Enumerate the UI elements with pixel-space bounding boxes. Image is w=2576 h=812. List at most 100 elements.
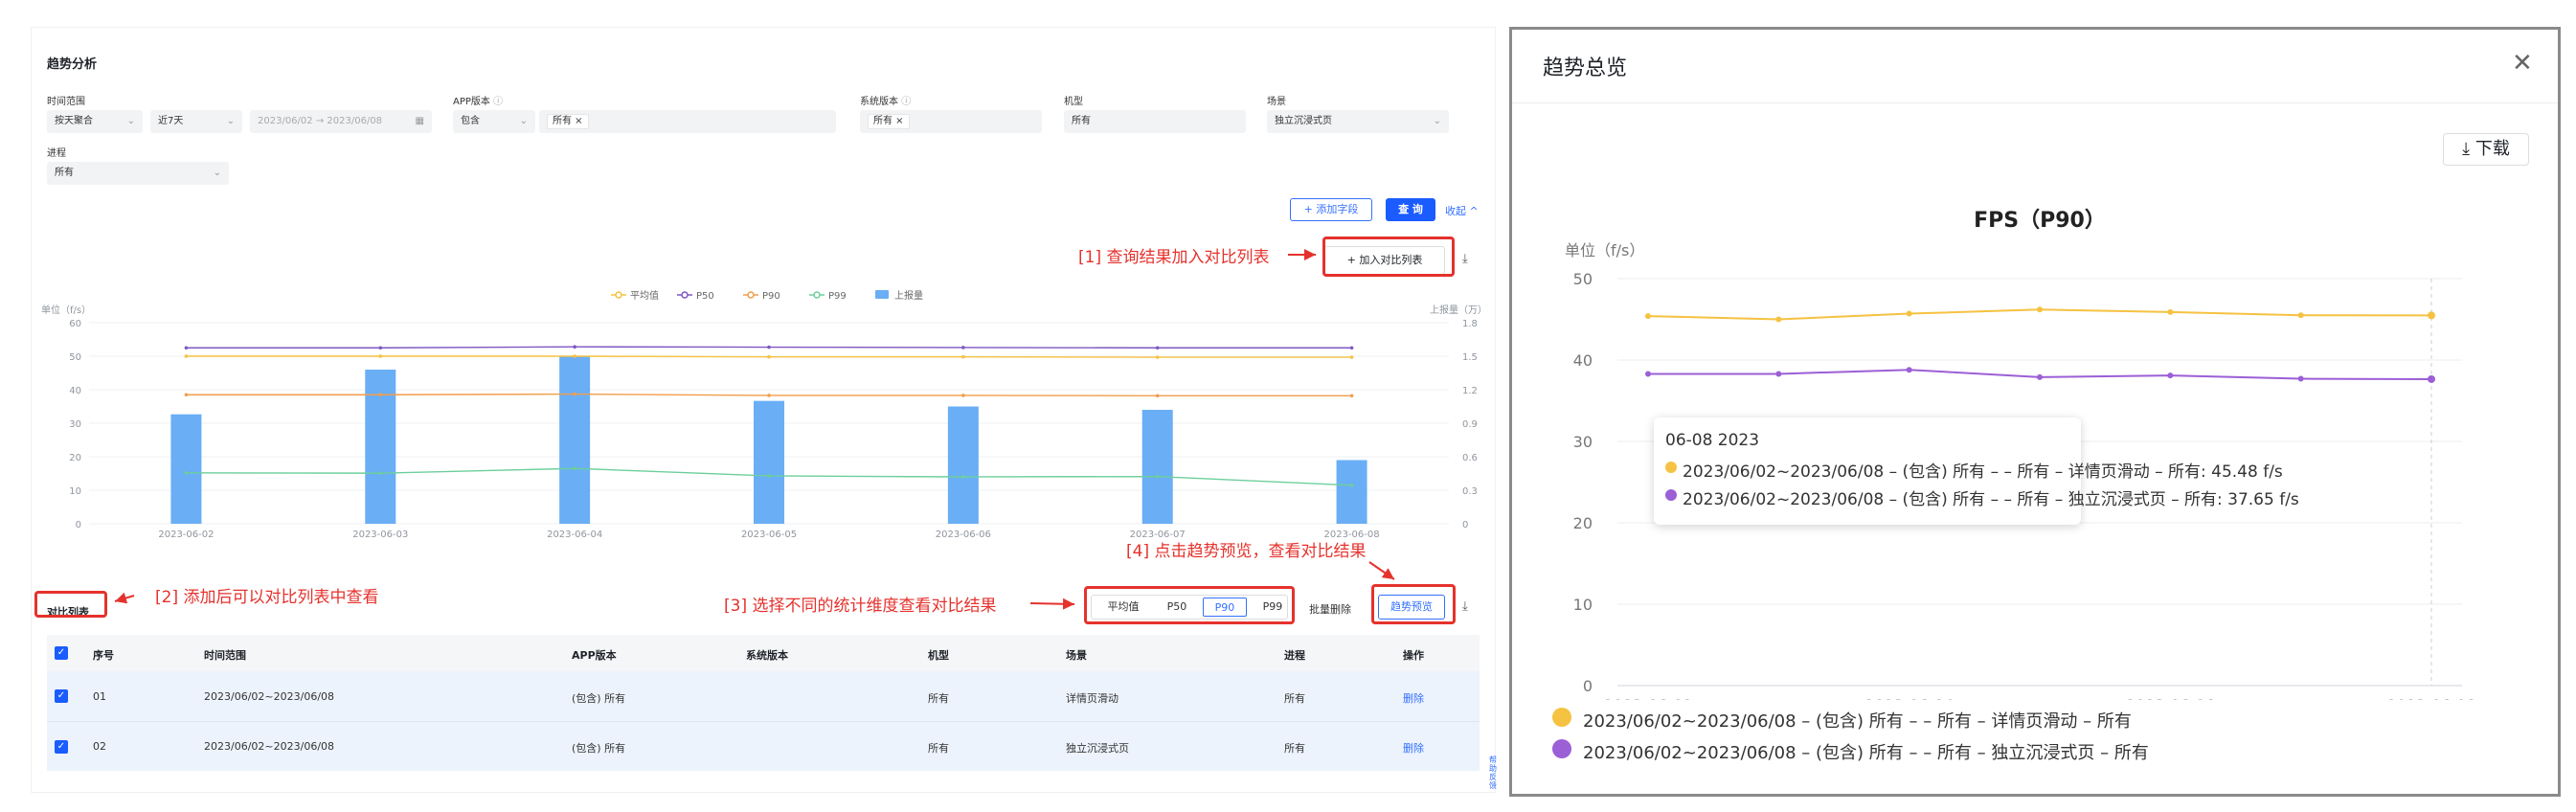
y-tick-label: 60 [69,319,81,329]
table-cell: (包含) 所有 [572,742,626,755]
app-version-select[interactable]: 所有 × [539,110,836,133]
app-version-mode-select[interactable]: 包含 ⌄ [453,110,535,133]
table-cell: 02 [93,740,106,753]
table-cell: 所有 [928,692,949,705]
trend-overview-modal: 趋势总览 ✕ ⤓ 下载 FPS（P90） 单位（f/s） 50 40 30 20 10 0 20… [1509,27,2561,797]
series-point [1645,313,1651,320]
legend-dot-purple [1552,739,1571,758]
y-axis-label: 单位（f/s） [1565,241,1644,259]
legend-label: P99 [828,291,847,302]
end-date: 2023/06/08 [327,116,383,126]
download-icon[interactable]: ⤓ [1462,599,1468,614]
sys-version-select[interactable]: 所有 × [860,110,1042,133]
series-point [573,345,576,349]
row-checkbox[interactable]: ✓ [55,689,68,703]
series-point [2297,375,2304,382]
series-point [1155,474,1160,479]
annotation-box-3 [1084,586,1295,624]
series-point [961,354,965,359]
table-cell: 独立沉浸式页 [1066,742,1129,755]
bar [1141,410,1173,524]
process-select[interactable]: 所有 ⌄ [47,162,229,185]
series-point [1155,394,1160,398]
chart-tooltip: 06-08 2023 2023/06/02~2023/06/08 – (包含) … [1654,417,2299,525]
download-button[interactable]: ⤓ 下载 [2443,133,2529,166]
chevron-down-icon: ⌄ [126,116,135,126]
collapse-button[interactable]: 收起 ^ [1445,203,1479,218]
aggregation-value: 按天聚合 [55,116,93,126]
scene-select[interactable]: 独立沉浸式页 ⌄ [1267,110,1449,133]
legend-swatch [875,290,889,299]
series-point [767,345,771,350]
sys-version-label-text: 系统版本 [860,97,898,107]
add-field-button[interactable]: + 添加字段 [1290,198,1372,221]
series-point [2037,373,2043,380]
series-point [378,354,383,358]
app-version-tag[interactable]: 所有 × [547,114,589,129]
batch-delete-button[interactable]: 批量删除 [1309,601,1351,617]
help-feedback-tab[interactable]: 帮助反馈 [1489,756,1499,790]
series-point [1349,394,1354,398]
chart-title: FPS（P90） [1974,209,2106,233]
y-axis-unit: 单位（f/s） [41,304,91,316]
scene-value: 独立沉浸式页 [1275,116,1332,126]
y-tick-label: 10 [1573,596,1593,614]
annotation-4: [4] 点击趋势预览，查看对比结果 [1126,542,1367,561]
x-tick-label: 2023-06-06 [2126,696,2215,700]
period-value: 近7天 [158,116,184,126]
aggregation-select[interactable]: 按天聚合 ⌄ [47,110,143,133]
x-tick-label: 2023-06-02 [1604,696,1693,700]
bar [947,406,979,524]
y-tick-label: 0 [76,520,81,530]
table-cell: 2023/06/02~2023/06/08 [204,740,335,753]
series-point [378,471,383,475]
row-checkbox[interactable]: ✓ [55,740,68,754]
series-point [1155,355,1160,359]
y2-tick-label: 0.3 [1462,486,1478,497]
series-point [1775,316,1782,323]
y2-tick-label: 0.6 [1462,453,1478,463]
app-version-mode: 包含 [461,116,480,126]
series-point [1645,371,1651,377]
date-separator: → [315,116,325,126]
legend-swatch [681,291,689,299]
divider [1512,102,2558,103]
chevron-down-icon: ⌄ [213,168,221,178]
model-value: 所有 [1072,116,1091,126]
y-tick-label: 50 [69,352,81,363]
sys-version-tag[interactable]: 所有 × [868,114,910,129]
series-point [2167,372,2174,379]
legend-item-2[interactable]: 2023/06/02~2023/06/08 – (包含) 所有 – – 所有 –… [1583,739,2149,764]
series-point [184,393,189,397]
y-tick-label: 40 [69,386,81,396]
series-point [573,392,576,396]
download-icon[interactable]: ⤓ [1462,252,1468,266]
y-tick-label: 30 [69,419,81,430]
annotation-3: [3] 选择不同的统计维度查看对比结果 [724,597,997,616]
table-cell: 所有 [1284,742,1305,755]
delete-link[interactable]: 删除 [1403,740,1424,756]
table-cell: 所有 [928,742,949,755]
table-cell: (包含) 所有 [572,692,626,705]
query-button[interactable]: 查 询 [1386,198,1435,221]
series-point [961,346,965,350]
column-header: 机型 [928,649,949,662]
app-version-label-text: APP版本 [453,97,490,107]
column-header: APP版本 [572,649,617,662]
trend-analysis-card: 趋势分析 时间范围 按天聚合 ⌄ 近7天 ⌄ 2023/06/02 → 2023/0… [31,27,1499,793]
delete-link[interactable]: 删除 [1403,690,1424,706]
select-all-checkbox[interactable]: ✓ [55,646,68,660]
calendar-icon: ▦ [415,116,424,126]
date-range-picker[interactable]: 2023/06/02 → 2023/06/08 ▦ [250,110,432,133]
legend-item-1[interactable]: 2023/06/02~2023/06/08 – (包含) 所有 – – 所有 –… [1583,708,2132,733]
column-header: 进程 [1284,649,1305,662]
sys-version-label: 系统版本 ⓘ [860,93,911,107]
close-icon[interactable]: ✕ [2512,49,2533,78]
period-select[interactable]: 近7天 ⌄ [150,110,242,133]
column-header: 系统版本 [746,649,788,662]
annotation-box-2 [34,591,107,618]
chevron-down-icon: ⌄ [226,116,235,126]
model-label: 机型 [1064,97,1083,107]
model-select[interactable]: 所有 [1064,110,1246,133]
app-version-label: APP版本 ⓘ [453,93,503,107]
